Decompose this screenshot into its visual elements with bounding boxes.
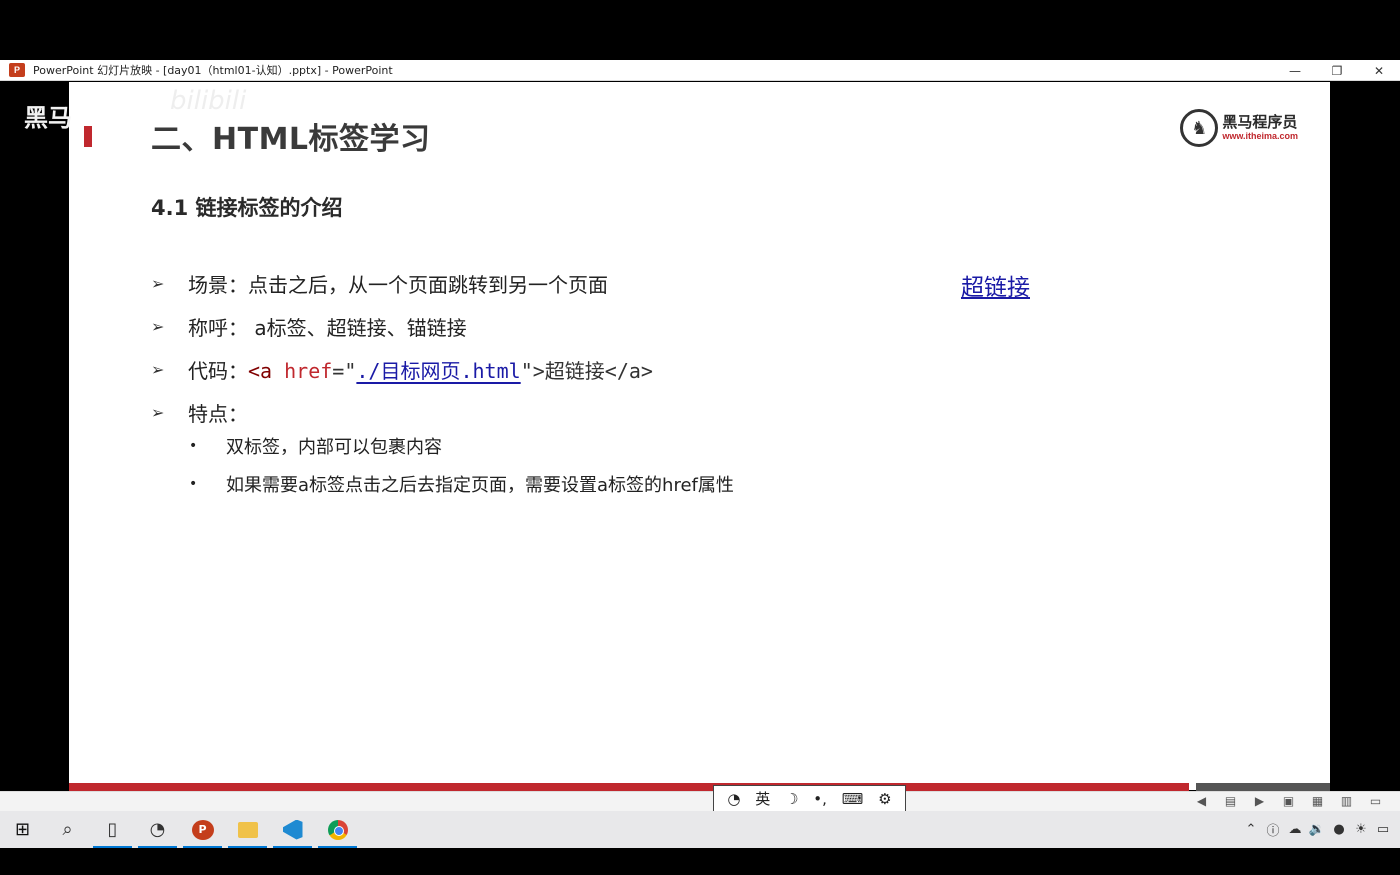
ime-punct-icon[interactable]: •, (813, 790, 827, 808)
window-title-bar: P PowerPoint 幻灯片放映 - [day01（html01-认知）.p… (0, 60, 1400, 81)
start-button[interactable]: ⊞ (0, 811, 45, 848)
code-snippet: <a href="./目标网页.html">超链接</a> (248, 355, 653, 384)
window-controls: — ❐ ✕ (1274, 60, 1400, 81)
search-icon: ⌕ (62, 819, 73, 840)
sub-bullet-list: • 双标签，内部可以包裹内容 • 如果需要a标签点击之后去指定页面，需要设置a标… (189, 427, 734, 503)
bullet-label: 特点： (188, 402, 248, 426)
bullet-text: 点击之后，从一个页面跳转到另一个页面 (248, 273, 608, 297)
arrow-bullet-icon: ➢ (151, 360, 165, 379)
window-title: PowerPoint 幻灯片放映 - [day01（html01-认知）.ppt… (33, 64, 393, 77)
slide-footer-grey-bar (1196, 783, 1330, 791)
system-tray: ⌃ ⓘ ☁ 🔉 ● ☀ ▭ (1240, 811, 1394, 848)
weather-icon[interactable]: ☀ (1350, 822, 1372, 837)
reading-view-icon[interactable]: ▥ (1332, 793, 1361, 809)
windows-icon: ⊞ (14, 819, 31, 840)
demo-hyperlink[interactable]: 超链接 (961, 268, 1030, 302)
code-attr: href (284, 359, 333, 383)
section-subtitle: 4.1 链接标签的介绍 (151, 196, 343, 220)
prev-slide-icon[interactable]: ◀ (1187, 793, 1216, 809)
notification-icon[interactable]: ▭ (1372, 822, 1394, 837)
chevron-up-icon[interactable]: ⌃ (1240, 822, 1262, 837)
logo-name: 黑马程序员 (1222, 113, 1298, 131)
dot-bullet-icon: • (189, 476, 198, 492)
powerpoint-icon: P (9, 63, 25, 77)
title-accent-bar (84, 126, 92, 147)
ime-moon-icon[interactable]: ☽ (785, 790, 798, 808)
slide[interactable]: 二、HTML标签学习 ♞ 黑马程序员 www.itheima.com 4.1 链… (69, 82, 1330, 790)
slide-menu-icon[interactable]: ▤ (1216, 793, 1245, 809)
document-icon: ▯ (107, 819, 118, 840)
ime-toolbar: ◔ 英 ☽ •, ⌨ ⚙ (713, 785, 906, 812)
vscode-icon (282, 819, 303, 840)
bilibili-watermark: bilibili (170, 86, 247, 116)
ime-settings-icon[interactable]: ⚙ (878, 790, 891, 808)
code-end-tag: </a> (604, 359, 653, 383)
taskbar-chrome[interactable] (315, 811, 360, 848)
ime-logo-icon[interactable]: ◔ (727, 790, 740, 808)
arrow-bullet-icon: ➢ (151, 403, 165, 422)
code-inner: 超链接 (544, 359, 605, 383)
next-slide-icon[interactable]: ▶ (1245, 793, 1274, 809)
taskbar-powerpoint[interactable]: P (180, 811, 225, 848)
watermark: 黑马 (24, 104, 72, 132)
taskbar-notepad[interactable]: ▯ (90, 811, 135, 848)
info-icon[interactable]: ⓘ (1262, 820, 1284, 839)
arrow-bullet-icon: ➢ (151, 317, 165, 336)
sub-bullet-text: 双标签，内部可以包裹内容 (226, 437, 442, 458)
list-item: ➢ 称呼： a标签、超链接、锚链接 (151, 305, 653, 348)
taskbar-recorder[interactable]: ◔ (135, 811, 180, 848)
code-open-tag: <a (248, 359, 285, 383)
bullet-label: 称呼： (188, 316, 248, 340)
normal-view-icon[interactable]: ▣ (1274, 793, 1303, 809)
search-button[interactable]: ⌕ (45, 811, 90, 848)
taskbar: ⊞ ⌕ ▯ ◔ P (0, 811, 1400, 848)
bullet-text: a标签、超链接、锚链接 (248, 316, 467, 340)
list-item: • 如果需要a标签点击之后去指定页面，需要设置a标签的href属性 (189, 465, 734, 503)
powerpoint-icon: P (191, 819, 214, 840)
bullet-list: ➢ 场景： 点击之后，从一个页面跳转到另一个页面 ➢ 称呼： a标签、超链接、锚… (151, 262, 653, 434)
folder-icon (237, 821, 258, 838)
volume-icon[interactable]: 🔉 (1306, 822, 1328, 837)
app-tray-icon[interactable]: ● (1328, 822, 1350, 837)
logo: ♞ 黑马程序员 www.itheima.com (1180, 109, 1298, 147)
dot-bullet-icon: • (189, 438, 198, 454)
chrome-icon (327, 819, 348, 840)
ime-keyboard-icon[interactable]: ⌨ (842, 790, 864, 808)
slide-title: 二、HTML标签学习 (151, 122, 431, 157)
sorter-view-icon[interactable]: ▦ (1303, 793, 1332, 809)
taskbar-vscode[interactable] (270, 811, 315, 848)
logo-url: www.itheima.com (1222, 131, 1298, 141)
horse-logo-icon: ♞ (1180, 109, 1219, 147)
code-eq: =" (332, 359, 357, 383)
bullet-label: 场景： (188, 273, 248, 297)
cloud-icon[interactable]: ☁ (1284, 822, 1306, 837)
list-item: • 双标签，内部可以包裹内容 (189, 427, 734, 465)
code-href-value: ./目标网页.html (356, 359, 521, 383)
slideshow-view-icon[interactable]: ▭ (1361, 793, 1390, 809)
list-item: ➢ 代码： <a href="./目标网页.html">超链接</a> (151, 348, 653, 391)
slide-footer-red-bar (69, 783, 1189, 791)
sub-bullet-text: 如果需要a标签点击之后去指定页面，需要设置a标签的href属性 (226, 475, 734, 496)
bullet-label: 代码： (188, 359, 248, 383)
restore-button[interactable]: ❐ (1316, 60, 1358, 81)
ime-mode-toggle[interactable]: 英 (755, 788, 770, 809)
close-button[interactable]: ✕ (1358, 60, 1400, 81)
minimize-button[interactable]: — (1274, 60, 1316, 81)
taskbar-explorer[interactable] (225, 811, 270, 848)
recorder-icon: ◔ (149, 819, 166, 840)
arrow-bullet-icon: ➢ (151, 274, 165, 293)
list-item: ➢ 场景： 点击之后，从一个页面跳转到另一个页面 (151, 262, 653, 305)
slideshow-nav: ◀ ▤ ▶ ▣ ▦ ▥ ▭ (1187, 793, 1390, 809)
code-close: "> (520, 359, 545, 383)
